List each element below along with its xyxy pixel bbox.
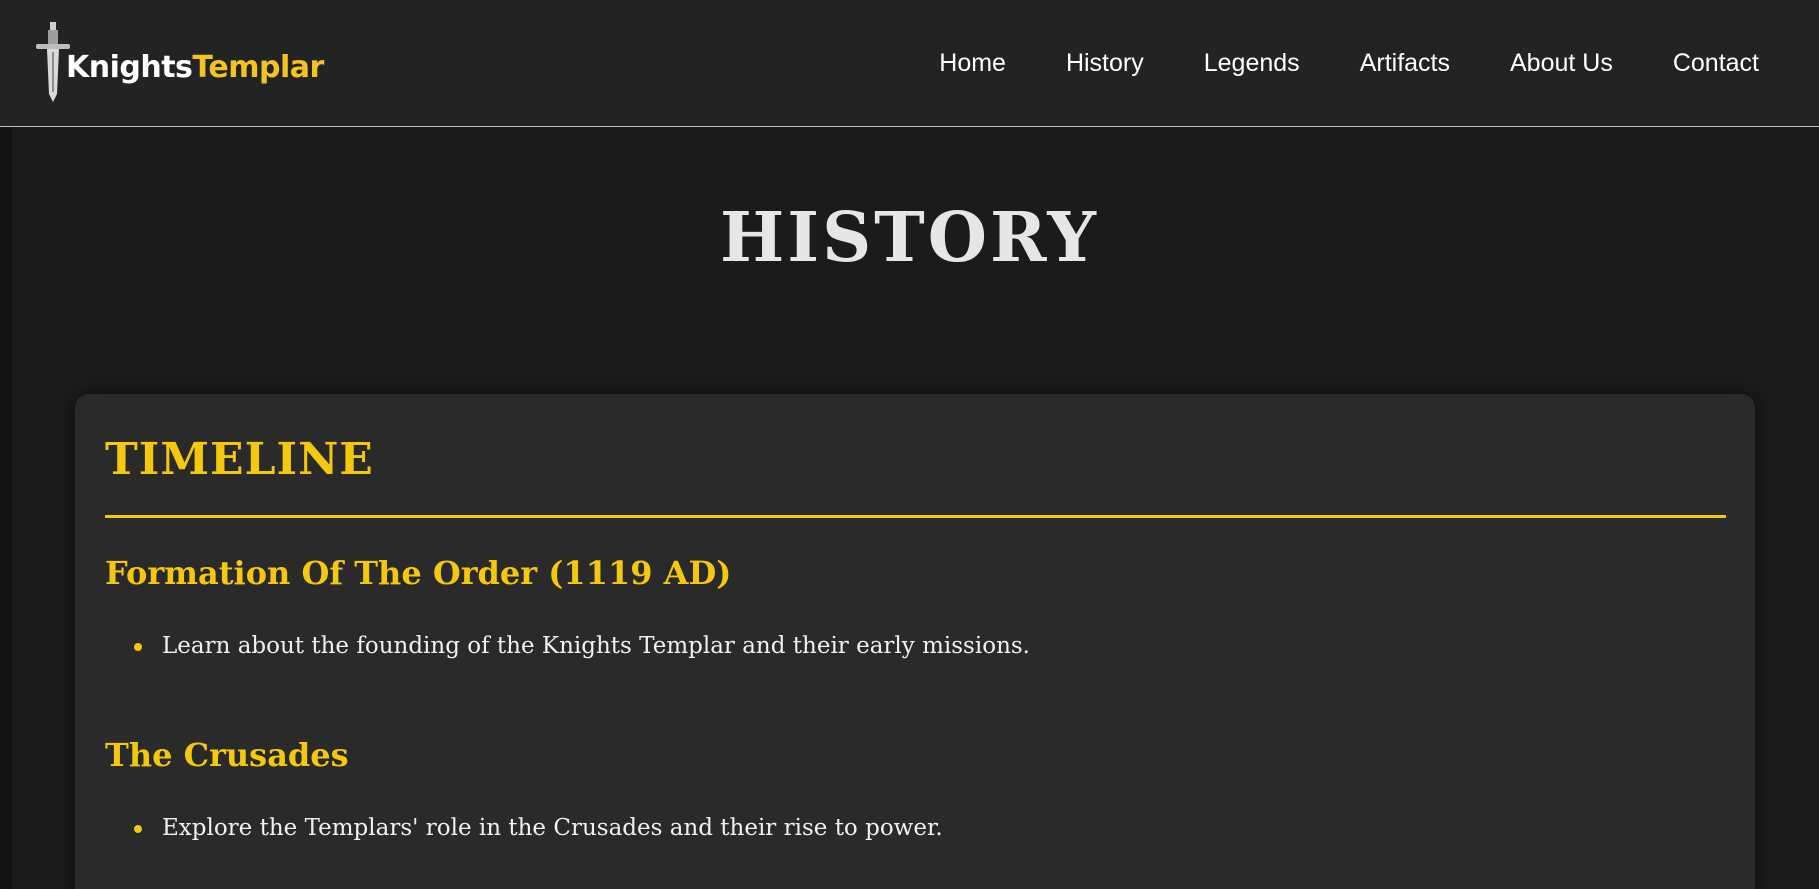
list-item-text: Explore the Templars' role in the Crusad…	[162, 815, 943, 841]
entry-title-formation: Formation Of The Order (1119 AD)	[105, 554, 732, 592]
nav-legends[interactable]: Legends	[1204, 49, 1300, 78]
page-title: HISTORY	[720, 198, 1099, 278]
brand-name-templar: Templar	[192, 49, 324, 85]
nav-artifacts[interactable]: Artifacts	[1360, 49, 1450, 78]
nav-about-us[interactable]: About Us	[1510, 49, 1613, 78]
bullet-icon	[134, 643, 142, 651]
timeline-heading: TIMELINE	[105, 434, 374, 485]
entry-title-crusades: The Crusades	[105, 736, 349, 774]
nav-home[interactable]: Home	[939, 49, 1006, 78]
site-header: KnightsTemplar Home History Legends Arti…	[0, 0, 1819, 127]
nav-history[interactable]: History	[1066, 49, 1144, 78]
brand-logo[interactable]: KnightsTemplar	[34, 22, 324, 102]
entry-list-formation: Learn about the founding of the Knights …	[105, 633, 1030, 659]
nav-contact[interactable]: Contact	[1673, 49, 1759, 78]
main-nav: Home History Legends Artifacts About Us …	[939, 0, 1759, 127]
bullet-icon	[134, 825, 142, 833]
brand-name-knights: Knights	[66, 49, 193, 85]
list-item-text: Learn about the founding of the Knights …	[162, 633, 1030, 659]
list-item: Learn about the founding of the Knights …	[105, 633, 1030, 659]
timeline-divider	[105, 515, 1726, 518]
entry-list-crusades: Explore the Templars' role in the Crusad…	[105, 815, 943, 841]
brand-name: KnightsTemplar	[66, 50, 324, 85]
list-item: Explore the Templars' role in the Crusad…	[105, 815, 943, 841]
timeline-card: TIMELINE Formation Of The Order (1119 AD…	[75, 394, 1755, 889]
